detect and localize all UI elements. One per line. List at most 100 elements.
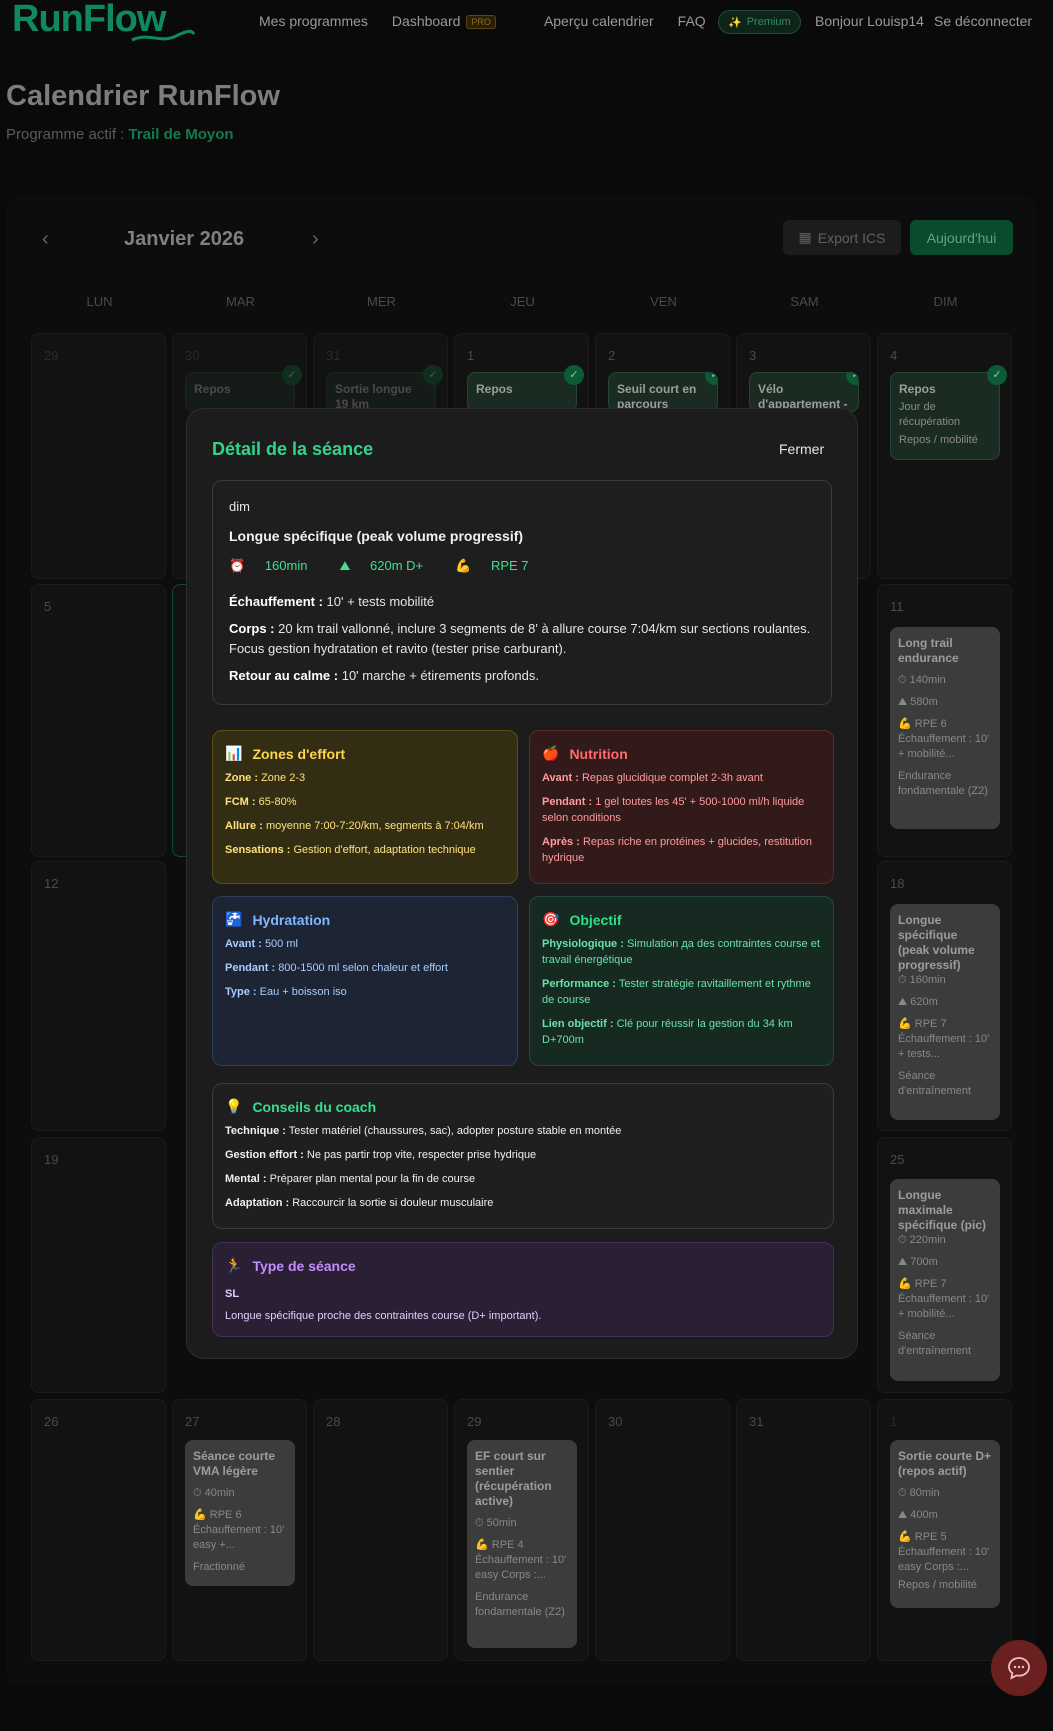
lightbulb-icon: 💡	[225, 1098, 243, 1114]
day-cell[interactable]: 29	[31, 333, 166, 579]
card-title: Type de séance	[252, 1257, 356, 1274]
program-label: Programme actif :	[6, 126, 125, 143]
timer-icon: ⏱	[898, 674, 910, 686]
day-cell[interactable]: 1 Sortie courte D+ (repos actif) ⏱ 80min…	[877, 1399, 1012, 1661]
card-line: Avant : 500 ml	[225, 936, 505, 952]
sparkle-icon: ✨	[728, 16, 742, 29]
check-icon: ✓	[987, 365, 1007, 385]
timer-icon: ⏱	[475, 1517, 487, 1529]
program-name[interactable]: Trail de Moyon	[129, 126, 234, 143]
weekday-header: LUN	[86, 294, 113, 309]
today-button[interactable]: Aujourd'hui	[910, 220, 1013, 255]
weekday-header: DIM	[933, 294, 958, 309]
event-card[interactable]: ✓Seuil court en parcours	[608, 372, 718, 412]
chat-button[interactable]	[991, 1640, 1047, 1696]
event-title: Repos	[194, 382, 231, 396]
event-title: Longue spécifique (peak volume progressi…	[898, 913, 975, 972]
close-button[interactable]: Fermer	[779, 441, 824, 457]
mountain-icon: ⛰	[898, 1256, 911, 1268]
event-duration: ⏱ 160min	[898, 973, 992, 988]
day-cell[interactable]: 4 ✓ Repos Jour de récupération Repos / mobi…	[877, 333, 1012, 579]
card-line: Après : Repas riche en protéines + gluci…	[542, 834, 821, 866]
cooldown-text: 10' marche + étirements profonds.	[341, 668, 539, 683]
day-cell[interactable]: 11 Long trail endurance ⏱ 140min ⛰ 580m …	[877, 584, 1012, 857]
event-elevation-value: 620m	[910, 996, 938, 1008]
day-cell[interactable]: 26	[31, 1399, 166, 1661]
muscle-icon: 💪	[898, 1278, 915, 1290]
event-title: Sortie courte D+ (repos actif)	[898, 1449, 992, 1478]
day-number: 3	[749, 348, 757, 363]
event-card[interactable]: Long trail endurance ⏱ 140min ⛰ 580m 💪 R…	[890, 627, 1000, 829]
event-card[interactable]: Sortie courte D+ (repos actif) ⏱ 80min ⛰…	[890, 1440, 1000, 1608]
day-cell[interactable]: 18 Longue spécifique (peak volume progre…	[877, 861, 1012, 1131]
event-rpe-value: RPE 6	[914, 718, 947, 730]
prev-month-icon[interactable]: ‹	[42, 228, 49, 251]
event-duration-value: 80min	[909, 1487, 940, 1499]
event-card[interactable]: Séance courte VMA légère ⏱ 40min 💪 RPE 6…	[185, 1440, 295, 1586]
logout-link[interactable]: Se déconnecter	[934, 13, 1032, 29]
day-number: 12	[44, 876, 59, 891]
alarm-clock-icon: ⏰	[229, 558, 249, 573]
line-key: Avant :	[225, 938, 262, 950]
event-title: Long trail endurance	[898, 636, 959, 665]
event-elevation-value: 580m	[910, 696, 938, 708]
line-key: Technique :	[225, 1125, 286, 1137]
day-number: 2	[608, 348, 616, 363]
month-title: Janvier 2026	[124, 228, 245, 250]
event-card[interactable]: ✓ Repos	[467, 365, 584, 412]
rpe-chip: 💪 RPE 7	[455, 558, 544, 574]
event-card[interactable]: Longue spécifique (peak volume progressi…	[890, 904, 1000, 1120]
event-card[interactable]: ✓Vélo d'appartement -	[749, 372, 859, 412]
line-value: Eau + boisson iso	[259, 986, 347, 998]
modal-title: Détail de la séance	[212, 439, 374, 459]
mountain-icon: ⛰	[898, 1509, 911, 1521]
timer-icon: ⏱	[898, 1234, 910, 1246]
event-warmup: Échauffement : 10' easy +...	[193, 1524, 285, 1551]
check-icon: ✓	[282, 365, 302, 385]
body-line: Corps : 20 km trail vallonné, inclure 3 …	[229, 619, 815, 659]
event-rpe: 💪 RPE 5	[898, 1530, 992, 1545]
event-duration: ⏱ 220min	[898, 1233, 992, 1248]
event-warmup: Échauffement : 10' easy Corps :...	[475, 1554, 567, 1581]
event-card[interactable]: Longue maximale spécifique (pic) ⏱ 220mi…	[890, 1179, 1000, 1381]
line-value: Raccourcir la sortie si douleur musculai…	[292, 1197, 494, 1209]
day-cell[interactable]: 27 Séance courte VMA légère ⏱ 40min 💪 RP…	[172, 1399, 307, 1661]
line-value: Préparer plan mental pour la fin de cour…	[269, 1173, 476, 1185]
day-number: 29	[44, 348, 59, 363]
event-rpe-value: RPE 5	[914, 1531, 947, 1543]
day-number: 19	[44, 1152, 59, 1167]
day-cell[interactable]: 30	[595, 1399, 730, 1661]
day-cell[interactable]: 5	[31, 584, 166, 857]
event-elevation-value: 400m	[910, 1509, 938, 1521]
card-title: Objectif	[569, 911, 622, 928]
premium-badge[interactable]: ✨ Premium	[718, 10, 801, 34]
next-month-icon[interactable]: ›	[312, 228, 319, 251]
event-rpe: 💪 RPE 6	[193, 1508, 287, 1523]
muscle-icon: 💪	[455, 558, 475, 573]
pro-badge: PRO	[466, 15, 496, 29]
card-line: FCM : 65-80%	[225, 794, 505, 810]
event-card[interactable]: ✓ Repos	[185, 365, 302, 412]
card-title: Hydratation	[252, 911, 331, 928]
day-cell[interactable]: 19	[31, 1137, 166, 1393]
event-card[interactable]: EF court sur sentier (récupération activ…	[467, 1440, 577, 1648]
day-cell[interactable]: 28	[313, 1399, 448, 1661]
export-ics-button[interactable]: ▦ Export ICS	[783, 220, 901, 255]
event-rpe-value: RPE 4	[491, 1539, 524, 1551]
day-cell[interactable]: 12	[31, 861, 166, 1131]
nav-link-dashboard[interactable]: Dashboard PRO	[392, 13, 520, 29]
nav-link-calendar[interactable]: Aperçu calendrier	[544, 13, 654, 29]
day-cell[interactable]: 25 Longue maximale spécifique (pic) ⏱ 22…	[877, 1137, 1012, 1393]
active-program: Programme actif : Trail de Moyon	[6, 126, 234, 143]
line-value: 65-80%	[258, 796, 297, 808]
day-cell[interactable]: 31	[736, 1399, 871, 1661]
premium-label: Premium	[746, 16, 791, 28]
session-summary-card: dim Longue spécifique (peak volume progr…	[212, 480, 832, 705]
event-title: EF court sur sentier (récupération activ…	[475, 1449, 552, 1508]
day-cell[interactable]: 29 EF court sur sentier (récupération ac…	[454, 1399, 589, 1661]
nav-link-faq[interactable]: FAQ	[678, 13, 706, 29]
event-card[interactable]: ✓ Sortie longue 19 km	[326, 365, 443, 412]
timer-icon: ⏱	[193, 1487, 205, 1499]
nav-link-programmes[interactable]: Mes programmes	[259, 13, 368, 29]
event-card[interactable]: ✓ Repos Jour de récupération Repos / mobili…	[890, 365, 1007, 460]
